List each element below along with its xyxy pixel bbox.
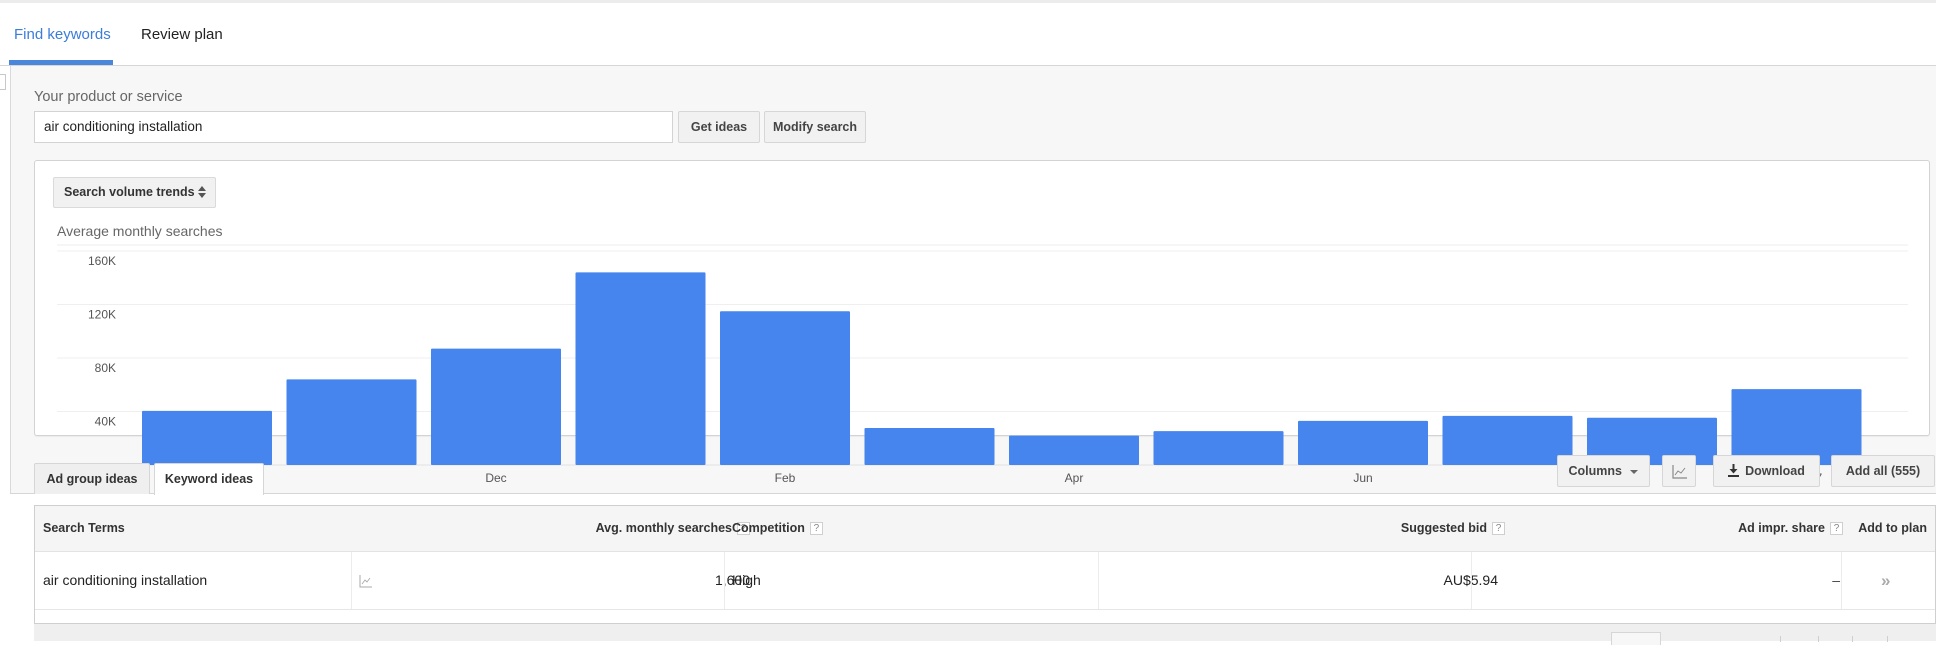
header-ad-impr-share-label: Ad impr. share <box>1738 521 1825 535</box>
sort-arrows-icon <box>198 186 206 198</box>
column-divider <box>1471 552 1472 609</box>
add-to-plan-button[interactable]: » <box>1881 552 1890 609</box>
download-icon <box>1728 463 1740 477</box>
tab-find-keywords[interactable]: Find keywords <box>14 26 111 43</box>
chart-container <box>34 160 1930 436</box>
keyword-ideas-table: Search Terms Avg. monthly searches? Comp… <box>34 505 1936 624</box>
pager-divider <box>1780 636 1781 642</box>
tab-review-plan[interactable]: Review plan <box>141 26 223 43</box>
header-add-to-plan: Add to plan <box>1858 521 1927 535</box>
header-avg-monthly-searches[interactable]: Avg. monthly searches? <box>596 506 750 551</box>
ad-impr-share-value: – <box>1832 572 1840 588</box>
column-divider <box>1841 552 1842 609</box>
add-all-button[interactable]: Add all (555) <box>1831 455 1935 487</box>
product-service-label: Your product or service <box>34 89 183 105</box>
table-row: air conditioning installation 1,600 High… <box>35 552 1935 610</box>
columns-button-label: Columns <box>1568 464 1622 478</box>
product-service-input[interactable]: air conditioning installation <box>34 111 673 143</box>
header-avg-monthly-searches-label: Avg. monthly searches <box>595 521 732 535</box>
chart-type-select[interactable]: Search volume trends <box>53 177 216 208</box>
pager-divider <box>1818 636 1819 642</box>
help-icon[interactable]: ? <box>1830 522 1843 536</box>
rows-per-page-select[interactable] <box>1611 632 1661 645</box>
header-ad-impr-share[interactable]: Ad impr. share? <box>1738 506 1843 551</box>
caret-down-icon <box>1630 469 1639 474</box>
tab-ad-group-ideas[interactable]: Ad group ideas <box>34 463 150 494</box>
column-divider <box>1098 552 1099 609</box>
chart-title: Average monthly searches <box>57 223 223 239</box>
pager-divider <box>1852 636 1853 642</box>
trend-chart-button[interactable] <box>359 552 373 609</box>
line-chart-icon <box>1672 465 1687 479</box>
competition-value: High <box>732 572 761 588</box>
columns-button[interactable]: Columns <box>1557 455 1650 487</box>
column-divider <box>351 552 352 609</box>
keyword-term: air conditioning installation <box>43 572 208 588</box>
header-competition-label: Competition <box>732 521 805 535</box>
top-border <box>0 0 1936 3</box>
line-chart-icon <box>359 574 372 588</box>
header-suggested-bid[interactable]: Suggested bid? <box>1401 506 1505 551</box>
pager-divider <box>1887 636 1888 642</box>
table-header: Search Terms Avg. monthly searches? Comp… <box>35 506 1935 552</box>
help-icon[interactable]: ? <box>809 522 823 536</box>
help-icon[interactable]: ? <box>1492 522 1505 536</box>
header-search-terms[interactable]: Search Terms <box>43 506 125 551</box>
tab-keyword-ideas[interactable]: Keyword ideas <box>154 463 264 495</box>
download-button[interactable]: Download <box>1713 455 1820 487</box>
get-ideas-button[interactable]: Get ideas <box>678 111 760 143</box>
sidebar-toggle[interactable] <box>0 74 6 90</box>
column-divider <box>724 552 725 609</box>
header-suggested-bid-label: Suggested bid <box>1400 521 1487 535</box>
download-button-label: Download <box>1745 464 1805 478</box>
chart-type-select-label: Search volume trends <box>64 185 195 199</box>
chart-toggle-button[interactable] <box>1662 455 1696 487</box>
header-competition[interactable]: Competition? <box>732 506 823 551</box>
modify-search-button[interactable]: Modify search <box>764 111 866 143</box>
